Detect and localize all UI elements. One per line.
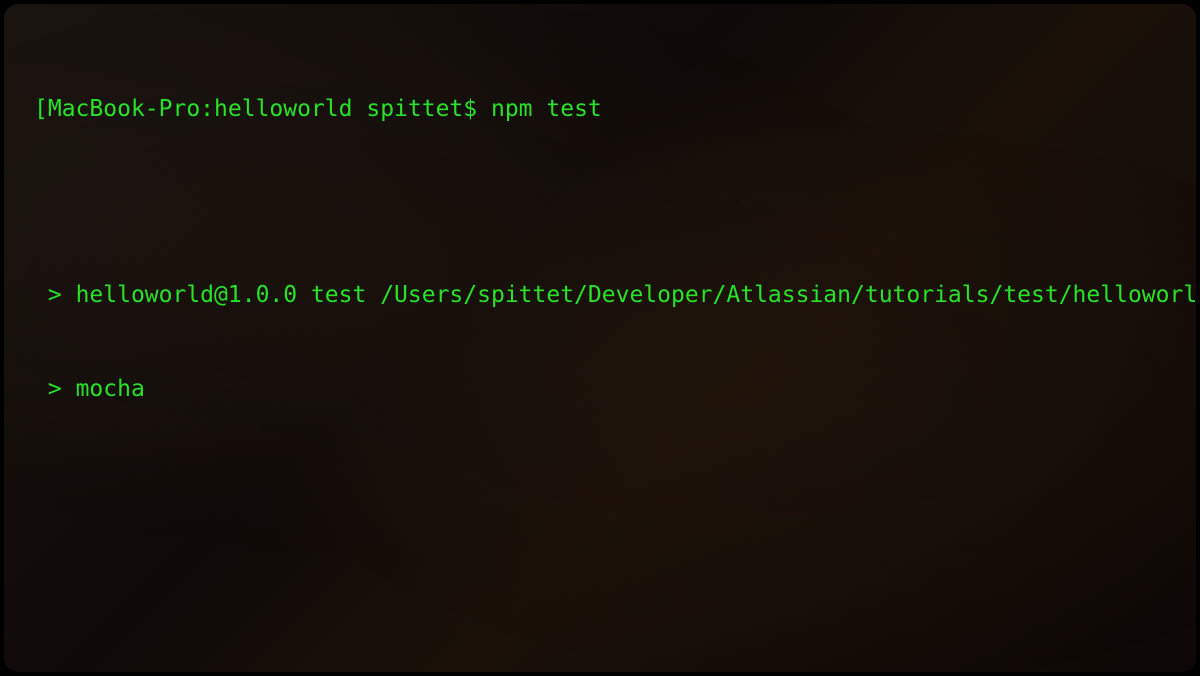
terminal-output: [MacBook-Pro:helloworld spittet$ npm tes… — [34, 32, 1166, 672]
terminal-window[interactable]: [MacBook-Pro:helloworld spittet$ npm tes… — [4, 4, 1196, 672]
prompt-bracket: [ — [34, 96, 48, 122]
npm-script-prefix: > — [48, 282, 76, 308]
npm-script-line-1: helloworld@1.0.0 test /Users/spittet/Dev… — [76, 282, 1196, 308]
prompt-host: MacBook-Pro:helloworld spittet$ — [48, 96, 477, 122]
npm-script-line-2: mocha — [76, 376, 145, 402]
command-text: npm test — [491, 96, 602, 122]
npm-script-prefix: > — [48, 376, 76, 402]
